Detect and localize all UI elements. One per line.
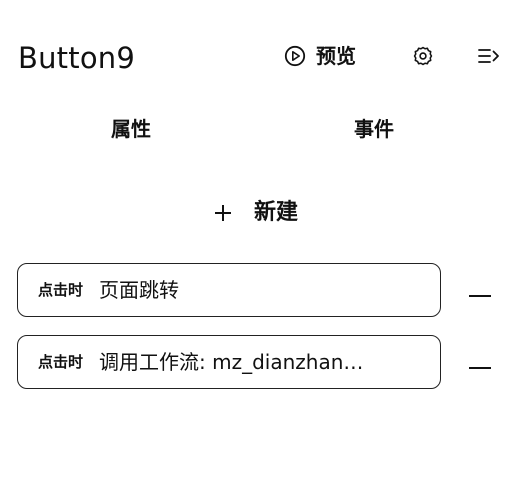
panel-header: Button9 预览 — [0, 0, 530, 110]
preview-button[interactable]: 预览 — [284, 41, 356, 71]
event-config-panel: Button9 预览 属性 事件 新建 点击时 页面跳转 点击时 调用工作流: … — [0, 0, 530, 490]
event-action: 调用工作流: mz_dianzhan… — [99, 350, 364, 374]
tab-events[interactable]: 事件 — [354, 114, 394, 144]
component-title: Button9 — [18, 41, 135, 75]
remove-event-button[interactable] — [468, 286, 492, 306]
event-action: 页面跳转 — [99, 278, 180, 302]
new-event-label: 新建 — [254, 200, 299, 225]
new-event-button[interactable]: 新建 — [212, 196, 298, 230]
preview-label: 预览 — [316, 44, 356, 68]
event-item[interactable]: 点击时 页面跳转 — [17, 263, 441, 317]
tab-properties[interactable]: 属性 — [111, 114, 151, 144]
gear-icon — [412, 45, 434, 71]
minus-icon — [469, 367, 491, 369]
play-circle-icon — [284, 45, 306, 67]
settings-button[interactable] — [411, 46, 435, 70]
collapse-panel-button[interactable] — [476, 46, 502, 70]
remove-event-button[interactable] — [468, 358, 492, 378]
plus-icon — [212, 202, 234, 224]
collapse-panel-icon — [477, 45, 501, 71]
event-trigger: 点击时 — [38, 281, 84, 299]
event-item[interactable]: 点击时 调用工作流: mz_dianzhan… — [17, 335, 441, 389]
minus-icon — [469, 295, 491, 297]
tab-bar: 属性 事件 — [0, 110, 530, 150]
event-trigger: 点击时 — [38, 353, 84, 371]
